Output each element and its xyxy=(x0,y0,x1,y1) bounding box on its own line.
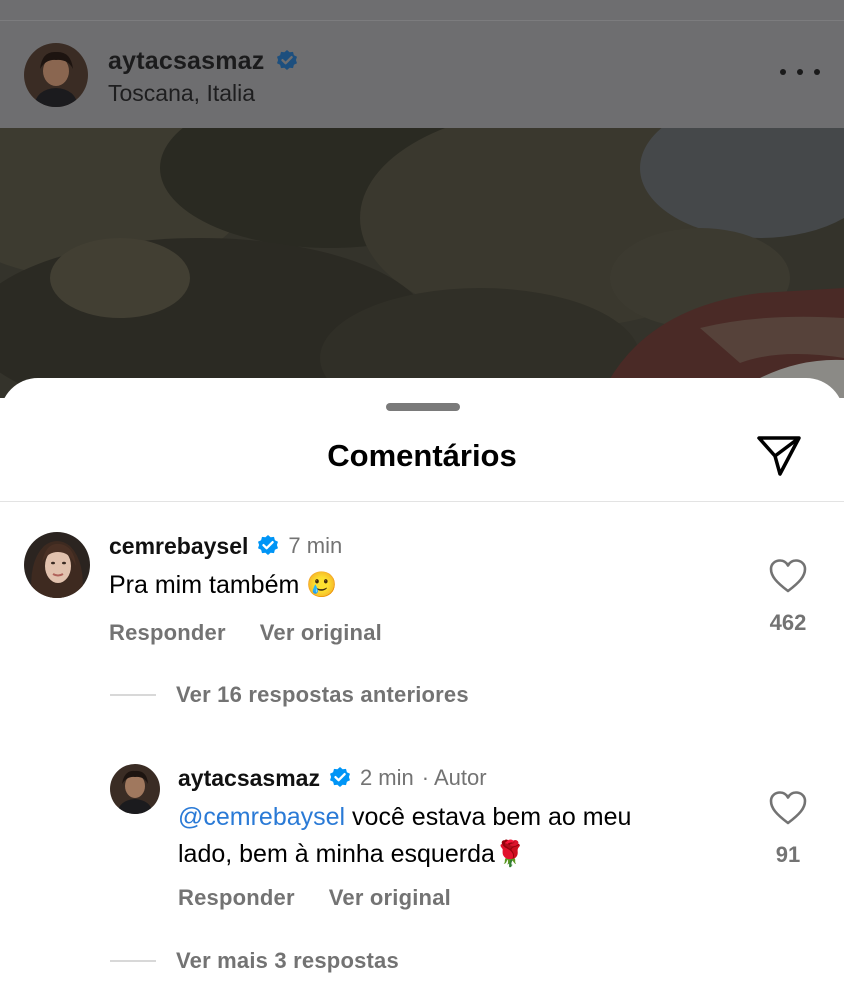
post-username-row: aytacsasmaz xyxy=(108,44,299,78)
send-icon[interactable] xyxy=(754,430,804,480)
like-count: 462 xyxy=(769,610,807,635)
comment-meta: cemrebaysel 7 min xyxy=(109,531,342,561)
sheet-title: Comentários xyxy=(327,438,517,473)
reply-username[interactable]: aytacsasmaz xyxy=(178,765,320,792)
verified-badge-icon xyxy=(276,50,297,70)
reply-button[interactable]: Responder xyxy=(109,620,226,646)
heart-icon[interactable] xyxy=(768,558,808,594)
verified-badge-icon xyxy=(329,767,350,787)
avatar[interactable] xyxy=(110,764,160,814)
post-image xyxy=(0,128,844,398)
sheet-drag-handle[interactable] xyxy=(386,403,460,411)
reply-timestamp: 2 min xyxy=(359,765,414,790)
reply-actions: Responder Ver original xyxy=(178,885,451,911)
avatar-image xyxy=(24,532,90,598)
comment-timestamp: 7 min xyxy=(288,533,343,558)
post-location[interactable]: Toscana, Italia xyxy=(108,80,255,107)
see-original-button[interactable]: Ver original xyxy=(329,885,451,911)
view-previous-replies-label[interactable]: Ver 16 respostas anteriores xyxy=(176,682,469,708)
emoji: 🥲 xyxy=(306,571,338,599)
divider xyxy=(0,20,844,21)
comment-text: Pra mim também 🥲 xyxy=(109,567,337,604)
post-photo-image xyxy=(0,128,844,398)
view-more-replies-label[interactable]: Ver mais 3 respostas xyxy=(176,948,399,974)
avatar-image xyxy=(110,764,160,814)
reply-body-line2: lado, bem à minha esquerda xyxy=(178,840,495,868)
divider xyxy=(0,501,844,502)
comment-body: Pra mim também xyxy=(109,571,300,599)
comments-sheet: Comentários cemrebaysel 7 min Pra mim ta… xyxy=(0,378,844,1000)
divider xyxy=(110,694,156,696)
reply-meta: aytacsasmaz 2 min · Autor xyxy=(178,763,487,793)
avatar-image xyxy=(24,43,88,107)
view-previous-replies[interactable]: Ver 16 respostas anteriores xyxy=(110,682,469,708)
reply-text: @cemrebaysel você estava bem ao meu lado… xyxy=(178,799,631,873)
avatar[interactable] xyxy=(24,43,88,107)
mention-link[interactable]: @cemrebaysel xyxy=(178,803,345,831)
like-count: 91 xyxy=(775,842,801,867)
post-username[interactable]: aytacsasmaz xyxy=(108,47,265,76)
post-header: aytacsasmaz Toscana, Italia xyxy=(0,0,844,128)
more-options-icon[interactable] xyxy=(780,60,820,84)
divider xyxy=(110,960,156,962)
comment-actions: Responder Ver original xyxy=(109,620,382,646)
emoji: 🌹 xyxy=(494,840,527,868)
reply-button[interactable]: Responder xyxy=(178,885,295,911)
view-more-replies[interactable]: Ver mais 3 respostas xyxy=(110,948,399,974)
verified-badge-icon xyxy=(258,535,279,555)
comment-username[interactable]: cemrebaysel xyxy=(109,533,248,560)
see-original-button[interactable]: Ver original xyxy=(260,620,382,646)
avatar[interactable] xyxy=(24,532,90,598)
heart-icon[interactable] xyxy=(768,790,808,826)
reply-body-line1: você estava bem ao meu xyxy=(345,803,632,831)
author-tag: · Autor xyxy=(421,765,487,790)
